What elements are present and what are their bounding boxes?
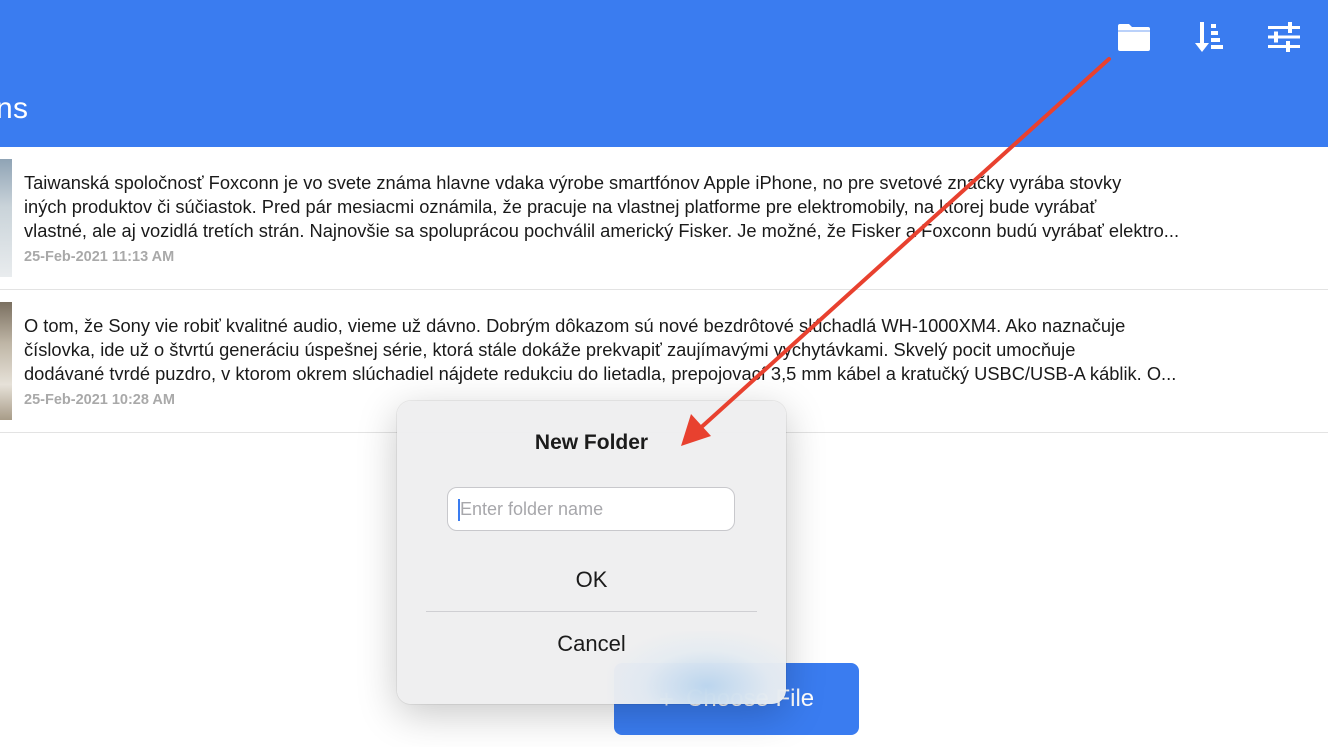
dialog-title: New Folder: [534, 431, 649, 454]
new-folder-button[interactable]: [1115, 18, 1153, 56]
ok-button[interactable]: OK: [397, 551, 786, 609]
dialog-divider: [426, 611, 757, 612]
page-title: ns: [0, 92, 29, 125]
cancel-button[interactable]: Cancel: [397, 615, 786, 673]
app-screen: ns Taiwanská spoločnosť Foxconn je vo sv…: [0, 0, 1328, 747]
sort-icon: [1193, 20, 1225, 54]
note-preview-line: číslovka, ide už o štvrtú generáciu úspe…: [24, 339, 1076, 360]
folder-icon: [1117, 22, 1151, 52]
notes-list: Taiwanská spoločnosť Foxconn je vo svete…: [0, 147, 1328, 433]
note-thumbnail: [0, 159, 12, 277]
filter-button[interactable]: [1265, 18, 1303, 56]
note-date: 25-Feb-2021 11:13 AM: [24, 249, 175, 265]
note-preview: O tom, že Sony vie robiť kvalitné audio,…: [24, 314, 1314, 386]
sort-button[interactable]: [1190, 18, 1228, 56]
header-bar: ns: [0, 0, 1328, 147]
filter-icon: [1266, 21, 1302, 53]
new-folder-dialog: New Folder OK Cancel: [397, 401, 786, 704]
note-preview-line: dodávané tvrdé puzdro, v ktorom okrem sl…: [24, 363, 1177, 384]
note-preview-line: O tom, že Sony vie robiť kvalitné audio,…: [24, 315, 1126, 336]
list-item[interactable]: Taiwanská spoločnosť Foxconn je vo svete…: [0, 147, 1328, 290]
note-preview: Taiwanská spoločnosť Foxconn je vo svete…: [24, 171, 1314, 243]
text-caret: [458, 499, 460, 521]
note-preview-line: iných produktov či súčiastok. Pred pár m…: [24, 196, 1097, 217]
note-thumbnail: [0, 302, 12, 420]
note-preview-line: vlastné, ale aj vozidlá tretích strán. N…: [24, 220, 1180, 241]
note-preview-line: Taiwanská spoločnosť Foxconn je vo svete…: [24, 172, 1122, 193]
note-date: 25-Feb-2021 10:28 AM: [24, 392, 175, 408]
folder-name-input[interactable]: [447, 487, 735, 531]
